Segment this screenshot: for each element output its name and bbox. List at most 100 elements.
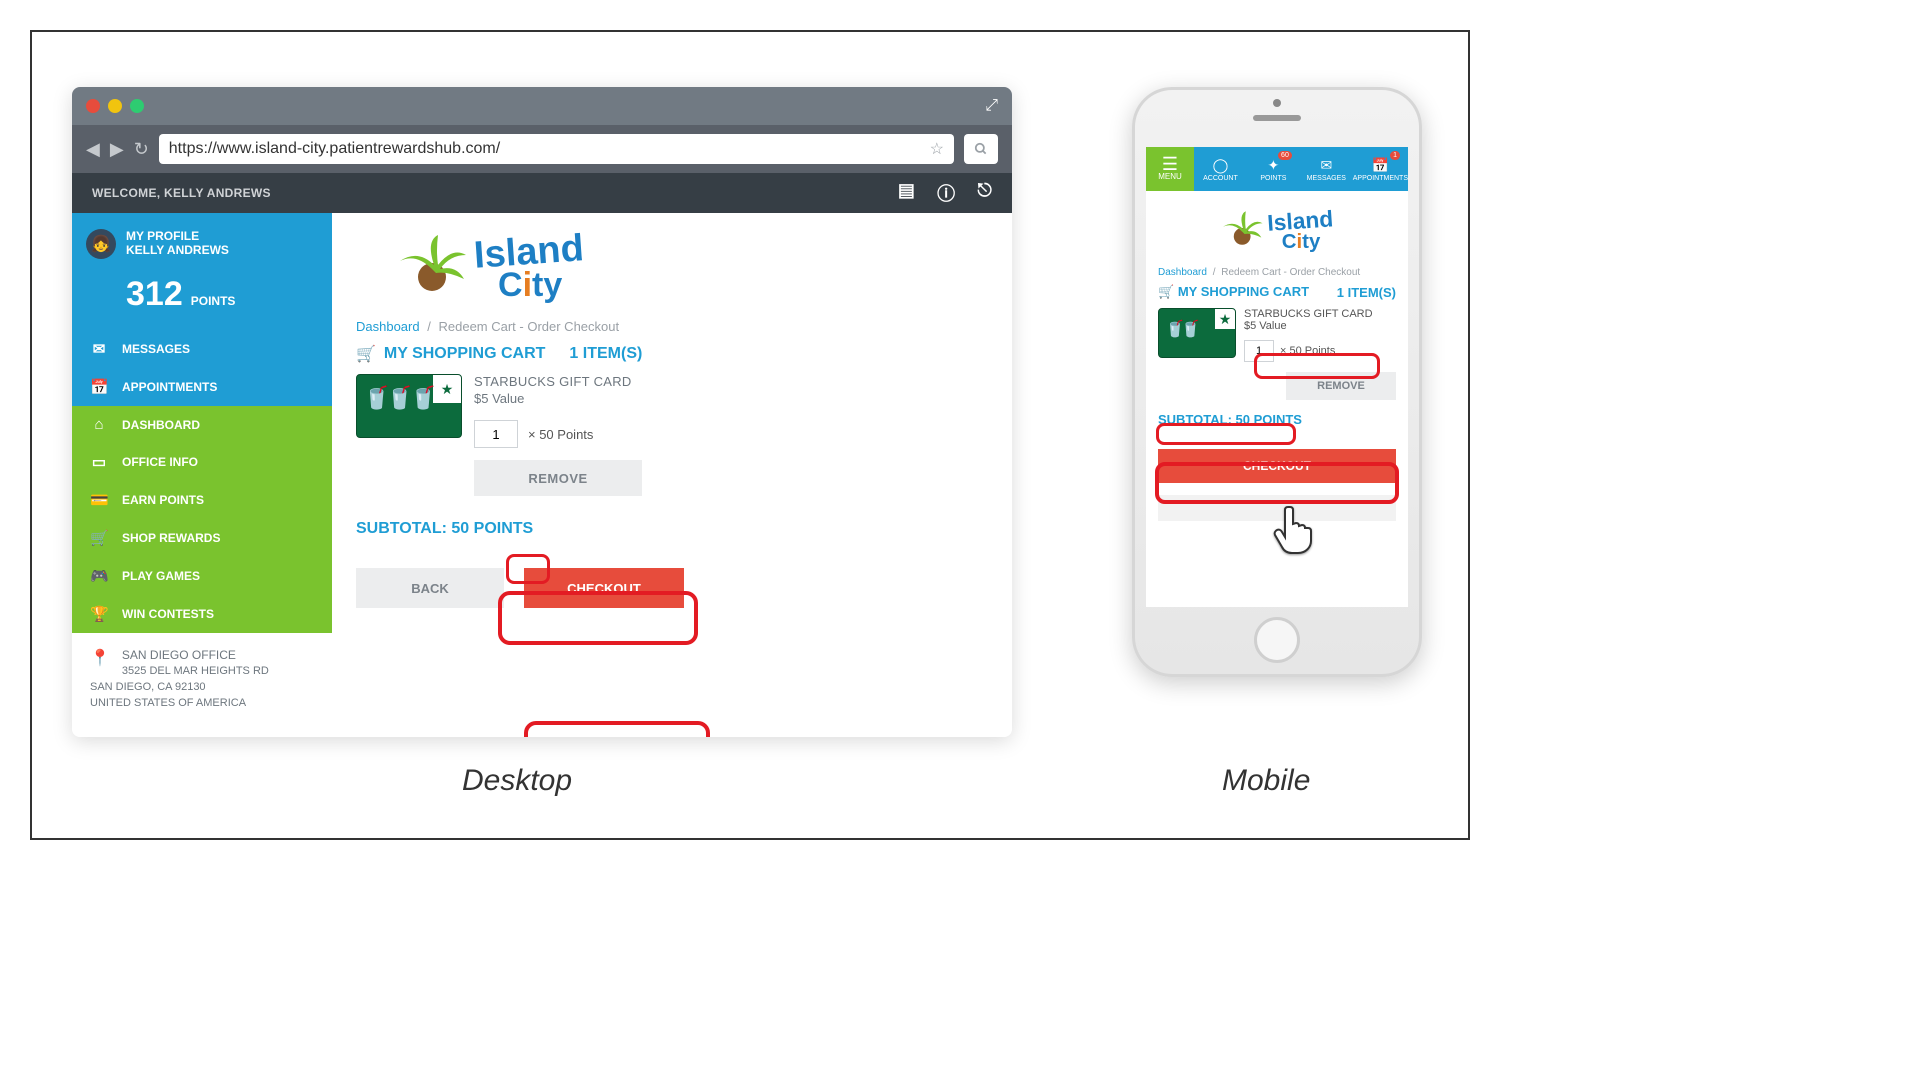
- browser-toolbar: ◀ ▶ ↻ https://www.island-city.patientrew…: [72, 125, 1012, 173]
- mobile-menu-button[interactable]: ☰ MENU: [1146, 147, 1194, 191]
- mobile-cart-item: 🥤🥤 STARBUCKS GIFT CARD $5 Value × 50 Poi…: [1158, 308, 1396, 362]
- sidebar-item-earn-points[interactable]: 💳 EARN POINTS: [72, 481, 332, 519]
- sidebar-item-dashboard[interactable]: ⌂ DASHBOARD: [72, 406, 332, 443]
- cart-title-text: MY SHOPPING CART: [384, 345, 546, 363]
- bookmark-star-icon[interactable]: ☆: [930, 139, 944, 159]
- cart-icon: 🛒: [90, 529, 108, 547]
- messages-icon: ✉: [1320, 157, 1332, 174]
- mobile-cart-heading: 🛒 MY SHOPPING CART 1 ITEM(S): [1158, 284, 1396, 300]
- breadcrumb-link-dashboard[interactable]: Dashboard: [1158, 267, 1207, 278]
- sidebar-item-label: PLAY GAMES: [122, 569, 200, 583]
- mobile-breadcrumb: Dashboard / Redeem Cart - Order Checkout: [1158, 267, 1396, 278]
- island-city-logo: Island City: [396, 231, 584, 305]
- sidebar-item-play-games[interactable]: 🎮 PLAY GAMES: [72, 557, 332, 595]
- breadcrumb-link-dashboard[interactable]: Dashboard: [356, 319, 420, 334]
- mobile-nav-account[interactable]: ◯ ACCOUNT: [1194, 147, 1247, 191]
- home-icon: ⌂: [90, 416, 108, 433]
- mobile-nav-messages[interactable]: ✉ MESSAGES: [1300, 147, 1353, 191]
- remove-button[interactable]: REMOVE: [474, 460, 642, 496]
- sidebar-item-office-info[interactable]: ▭ OFFICE INFO: [72, 443, 332, 481]
- browser-tabbar: ⤢: [72, 87, 1012, 125]
- phone-speaker: [1253, 115, 1301, 121]
- hamburger-icon: ☰: [1162, 157, 1178, 171]
- remove-button[interactable]: REMOVE: [1286, 372, 1396, 400]
- checkout-button[interactable]: CHECKOUT: [524, 568, 684, 608]
- mobile-header: ☰ MENU ◯ ACCOUNT ✦ POINTS 60 ✉ ME: [1146, 147, 1408, 191]
- cart-count: 1 ITEM(S): [1337, 285, 1396, 300]
- points-display: 312 POINTS: [72, 275, 332, 330]
- welcome-text: WELCOME, KELLY ANDREWS: [92, 186, 271, 200]
- breadcrumb-current: Redeem Cart - Order Checkout: [438, 319, 619, 334]
- subtotal-text: SUBTOTAL: 50 POINTS: [1158, 412, 1302, 427]
- sidebar-item-label: OFFICE INFO: [122, 455, 198, 469]
- sidebar-item-label: DASHBOARD: [122, 418, 200, 432]
- phone-camera: [1273, 99, 1281, 107]
- logo-line1: Island: [473, 227, 586, 278]
- quantity-input[interactable]: [1244, 340, 1274, 362]
- points-icon: ✦: [1268, 157, 1280, 174]
- expand-icon[interactable]: ⤢: [985, 97, 998, 115]
- calendar-icon: 📅: [90, 378, 108, 396]
- palm-tree-icon: [1221, 209, 1265, 253]
- reload-icon[interactable]: ↻: [134, 139, 149, 160]
- points-badge: 60: [1278, 151, 1292, 160]
- mobile-nav-label: APPOINTMENTS: [1353, 175, 1408, 182]
- location-pin-icon: 📍: [90, 647, 110, 670]
- sidebar-item-label: APPOINTMENTS: [122, 380, 217, 394]
- palm-tree-icon: [396, 231, 470, 305]
- avatar: 👧: [86, 229, 116, 259]
- giftcard-image: 🥤🥤: [1158, 308, 1236, 358]
- breadcrumb-current: Redeem Cart - Order Checkout: [1221, 267, 1360, 278]
- messages-icon: ✉: [90, 340, 108, 358]
- office-address-3: UNITED STATES OF AMERICA: [90, 696, 314, 712]
- main-content: Island City Dashboard / Redeem Cart - Or…: [332, 213, 1012, 737]
- sidebar-profile[interactable]: 👧 MY PROFILE KELLY ANDREWS: [72, 213, 332, 275]
- sidebar-item-shop-rewards[interactable]: 🛒 SHOP REWARDS: [72, 519, 332, 557]
- mobile-nav-label: ACCOUNT: [1203, 175, 1238, 182]
- quantity-input[interactable]: [474, 420, 518, 448]
- back-icon[interactable]: ◀: [86, 139, 100, 160]
- back-button[interactable]: BACK: [356, 568, 504, 608]
- address-bar[interactable]: https://www.island-city.patientrewardshu…: [159, 134, 954, 164]
- island-city-logo: Island City: [1221, 213, 1334, 249]
- mobile-nav-points[interactable]: ✦ POINTS 60: [1247, 147, 1300, 191]
- logout-icon[interactable]: ⎋: [977, 180, 992, 206]
- mobile-nav-appointments[interactable]: 📅 APPOINTMENTS 1: [1353, 147, 1408, 191]
- breadcrumb: Dashboard / Redeem Cart - Order Checkout: [356, 319, 988, 334]
- appointments-badge: 1: [1390, 151, 1400, 160]
- cart-count: 1 ITEM(S): [569, 345, 642, 363]
- sidebar: 👧 MY PROFILE KELLY ANDREWS 312 POINTS ✉ …: [72, 213, 332, 737]
- sidebar-item-label: MESSAGES: [122, 342, 190, 356]
- minimize-window-icon[interactable]: [108, 99, 122, 113]
- trophy-icon: 🏆: [90, 605, 108, 623]
- notes-icon[interactable]: ▤: [898, 180, 915, 206]
- mobile-mockup: ☰ MENU ◯ ACCOUNT ✦ POINTS 60 ✉ ME: [1132, 87, 1422, 677]
- sidebar-item-messages[interactable]: ✉ MESSAGES: [72, 330, 332, 368]
- sidebar-item-appointments[interactable]: 📅 APPOINTMENTS: [72, 368, 332, 406]
- subtotal-text: SUBTOTAL: 50 POINTS: [356, 520, 988, 538]
- office-icon: ▭: [90, 453, 108, 471]
- office-contact: 📍 SAN DIEGO OFFICE 800-560-1469 3525 DEL…: [72, 633, 332, 726]
- sidebar-item-label: SHOP REWARDS: [122, 531, 220, 545]
- sidebar-item-win-contests[interactable]: 🏆 WIN CONTESTS: [72, 595, 332, 633]
- help-icon[interactable]: ⓘ: [937, 180, 955, 206]
- close-window-icon[interactable]: [86, 99, 100, 113]
- points-value: 312: [126, 275, 183, 314]
- mobile-nav-label: MESSAGES: [1307, 175, 1346, 182]
- app-header: WELCOME, KELLY ANDREWS ▤ ⓘ ⎋: [72, 173, 1012, 213]
- caption-mobile: Mobile: [1222, 764, 1310, 798]
- cart-item-subtitle: $5 Value: [1244, 320, 1373, 332]
- url-text: https://www.island-city.patientrewardshu…: [169, 140, 500, 158]
- search-icon[interactable]: [964, 134, 998, 164]
- office-address-1: 3525 DEL MAR HEIGHTS RD: [90, 664, 314, 680]
- giftcard-image: 🥤🥤🥤: [356, 374, 462, 438]
- forward-icon[interactable]: ▶: [110, 139, 124, 160]
- checkout-button[interactable]: CHECKOUT: [1158, 449, 1396, 483]
- office-name: SAN DIEGO OFFICE: [90, 647, 314, 664]
- maximize-window-icon[interactable]: [130, 99, 144, 113]
- cart-item-subtitle: $5 Value: [474, 391, 642, 406]
- calendar-icon: 📅: [1372, 157, 1389, 174]
- phone-home-button[interactable]: [1254, 617, 1300, 663]
- cart-icon: 🛒: [1158, 284, 1174, 299]
- card-icon: 💳: [90, 491, 108, 509]
